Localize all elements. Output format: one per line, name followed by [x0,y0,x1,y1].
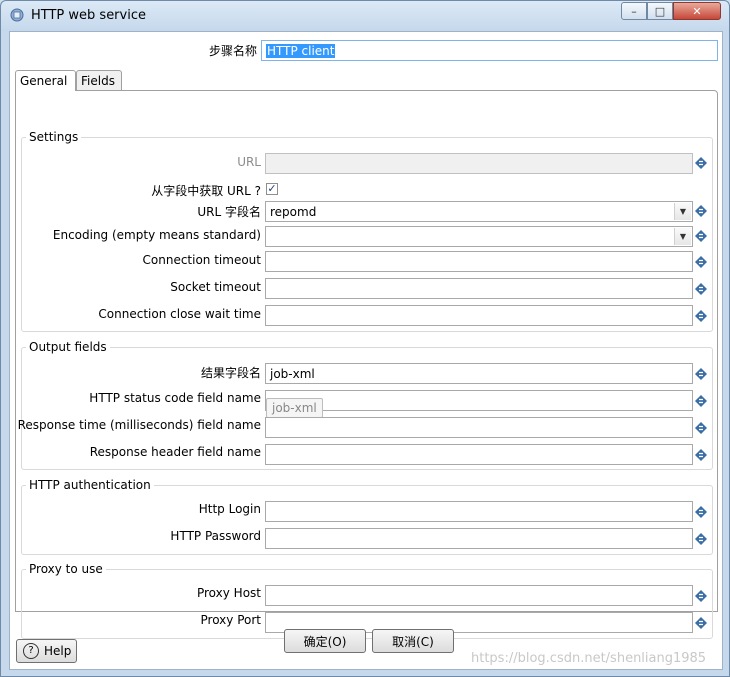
variable-icon [695,449,707,461]
variable-icon [695,230,707,242]
socket-timeout-input[interactable] [265,278,693,299]
response-time-label: Response time (milliseconds) field name [17,418,261,432]
step-name-label: 步骤名称 [208,44,257,58]
variable-icon [695,368,707,380]
url-from-field-checkbox[interactable]: ✓ [266,183,278,195]
help-icon: ? [23,643,39,659]
variable-icon [695,422,707,434]
cancel-button[interactable]: 取消(C) [372,629,454,653]
proxy-host-input[interactable] [265,585,693,606]
response-time-input[interactable] [265,417,693,438]
title-bar[interactable]: HTTP web service – □ ✕ [1,1,729,31]
autocomplete-tooltip[interactable]: job-xml [266,398,323,418]
variable-icon [695,533,707,545]
variable-icon [695,256,707,268]
window-title: HTTP web service [31,8,146,23]
encoding-combo[interactable]: ▼ [265,226,693,247]
variable-icon [695,590,707,602]
variable-icon [695,205,707,217]
step-name-value: HTTP client [266,44,336,58]
variable-icon [695,310,707,322]
result-field-label: 结果字段名 [200,366,261,380]
connection-timeout-input[interactable] [265,251,693,272]
dialog-content: 步骤名称 HTTP client General Fields Settings… [9,31,723,670]
connection-timeout-label: Connection timeout [142,253,261,267]
http-login-label: Http Login [198,502,261,516]
help-button[interactable]: ? Help [16,639,77,663]
tab-general[interactable]: General [15,70,76,91]
url-field-name-value: repomd [270,205,317,219]
result-field-input[interactable]: job-xml [265,363,693,384]
http-login-input[interactable] [265,501,693,522]
encoding-label: Encoding (empty means standard) [52,228,261,242]
general-tab-panel: Settings URL 从字段中获取 URL ? ✓ URL 字段名 repo… [15,90,718,639]
chevron-down-icon[interactable]: ▼ [674,203,691,220]
tab-fields[interactable]: Fields [76,70,122,90]
http-password-label: HTTP Password [170,529,261,543]
response-header-label: Response header field name [89,445,261,459]
proxy-host-label: Proxy Host [196,586,261,600]
url-label: URL [237,155,261,169]
http-auth-group-title: HTTP authentication [26,478,154,492]
status-code-input[interactable] [265,390,693,411]
watermark-text: https://blog.csdn.net/shenliang1985 [471,651,707,666]
dialog-window: HTTP web service – □ ✕ 步骤名称 HTTP client … [0,0,730,677]
variable-icon [695,506,707,518]
maximize-button[interactable]: □ [647,2,673,20]
response-header-input[interactable] [265,444,693,465]
minimize-button[interactable]: – [621,2,647,20]
close-wait-label: Connection close wait time [98,307,261,321]
ok-button[interactable]: 确定(O) [284,629,366,653]
help-button-label: Help [44,644,72,658]
proxy-group-title: Proxy to use [26,562,106,576]
app-icon [10,8,24,22]
status-code-label: HTTP status code field name [89,391,261,405]
variable-icon [695,617,707,629]
variable-icon [695,283,707,295]
url-input[interactable] [265,153,693,174]
url-field-name-label: URL 字段名 [197,205,261,219]
close-button[interactable]: ✕ [673,2,721,20]
variable-icon [695,157,707,169]
http-password-input[interactable] [265,528,693,549]
output-fields-group-title: Output fields [26,340,110,354]
url-from-field-label: 从字段中获取 URL ? [151,184,261,198]
socket-timeout-label: Socket timeout [170,280,261,294]
chevron-down-icon[interactable]: ▼ [674,228,691,245]
step-name-input[interactable]: HTTP client [261,40,718,61]
settings-group-title: Settings [26,130,82,144]
url-field-name-combo[interactable]: repomd ▼ [265,201,693,222]
close-wait-input[interactable] [265,305,693,326]
variable-icon [695,395,707,407]
proxy-port-label: Proxy Port [200,613,261,627]
